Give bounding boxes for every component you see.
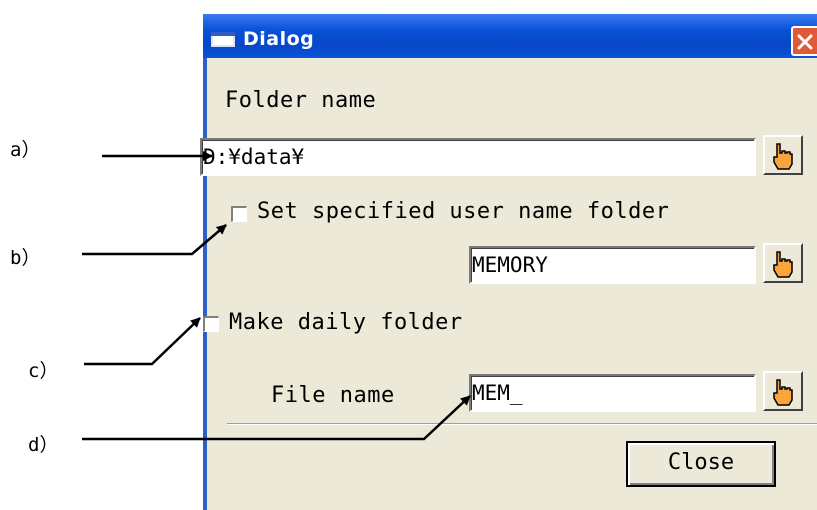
arrow-b: [82, 224, 227, 256]
arrow-c: [84, 317, 201, 366]
annotation-arrows: [82, 151, 471, 441]
arrow-d: [82, 395, 471, 441]
